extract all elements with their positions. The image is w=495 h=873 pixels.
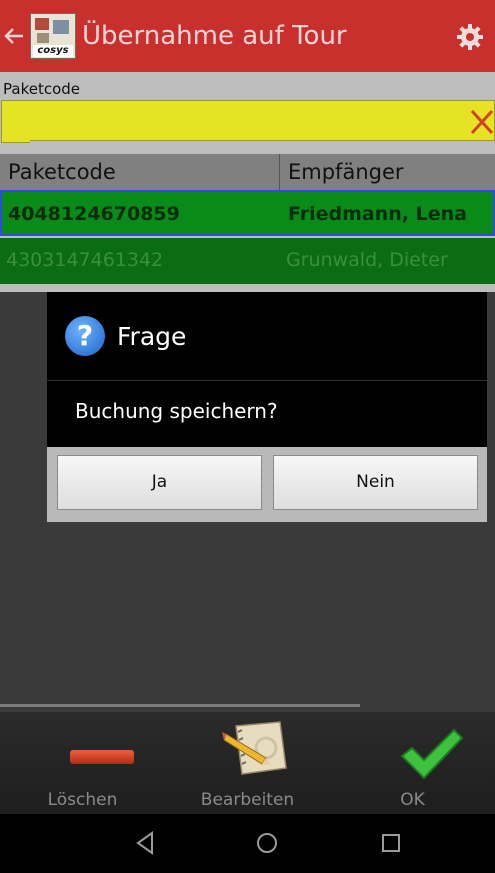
paketcode-label: Paketcode <box>3 80 80 98</box>
horizontal-scrollbar[interactable] <box>0 704 360 707</box>
column-header-paketcode[interactable]: Paketcode <box>0 154 280 190</box>
clear-icon[interactable] <box>466 105 495 137</box>
bottom-toolbar: Löschen Bearbeiten OK <box>0 712 495 814</box>
delete-label: Löschen <box>47 790 118 810</box>
page-title: Übernahme auf Tour <box>82 21 347 51</box>
delete-button[interactable]: Löschen <box>0 712 165 814</box>
nav-home-icon[interactable] <box>252 828 282 858</box>
dialog-body: Buchung speichern? <box>47 381 487 447</box>
gear-icon[interactable] <box>455 22 485 52</box>
cell-paketcode: 4303147461342 <box>6 249 164 271</box>
app-logo: cosys <box>30 13 76 59</box>
ok-label: OK <box>400 790 425 810</box>
table-row[interactable]: 4048124670859 Friedmann, Lena <box>0 190 495 236</box>
nav-recents-icon[interactable] <box>376 828 406 858</box>
system-nav-bar <box>0 814 495 873</box>
table-header: Paketcode Empfänger <box>0 154 495 192</box>
cell-empfaenger: Friedmann, Lena <box>288 203 467 225</box>
question-icon: ? <box>65 316 105 356</box>
no-button[interactable]: Nein <box>273 455 478 510</box>
edit-label: Bearbeiten <box>200 790 295 810</box>
nav-back-icon[interactable] <box>130 828 160 858</box>
dialog-header: ? Frage <box>47 292 487 381</box>
check-icon <box>400 728 464 780</box>
back-arrow-icon[interactable] <box>0 0 28 72</box>
paketcode-input[interactable] <box>1 100 495 143</box>
yes-button[interactable]: Ja <box>57 455 262 510</box>
cell-empfaenger: Grunwald, Dieter <box>286 249 448 271</box>
dialog-title: Frage <box>117 321 187 351</box>
app-logo-text: cosys <box>33 45 73 57</box>
app-bar: cosys Übernahme auf Tour <box>0 0 495 72</box>
dialog-message: Buchung speichern? <box>75 399 278 423</box>
question-dialog: ? Frage Buchung speichern? Ja Nein <box>47 292 487 522</box>
table-row[interactable]: 4303147461342 Grunwald, Dieter <box>0 238 495 284</box>
minus-icon <box>70 750 134 764</box>
column-header-empfaenger[interactable]: Empfänger <box>280 154 495 190</box>
notebook-pencil-icon <box>222 721 287 775</box>
cell-paketcode: 4048124670859 <box>8 203 180 225</box>
